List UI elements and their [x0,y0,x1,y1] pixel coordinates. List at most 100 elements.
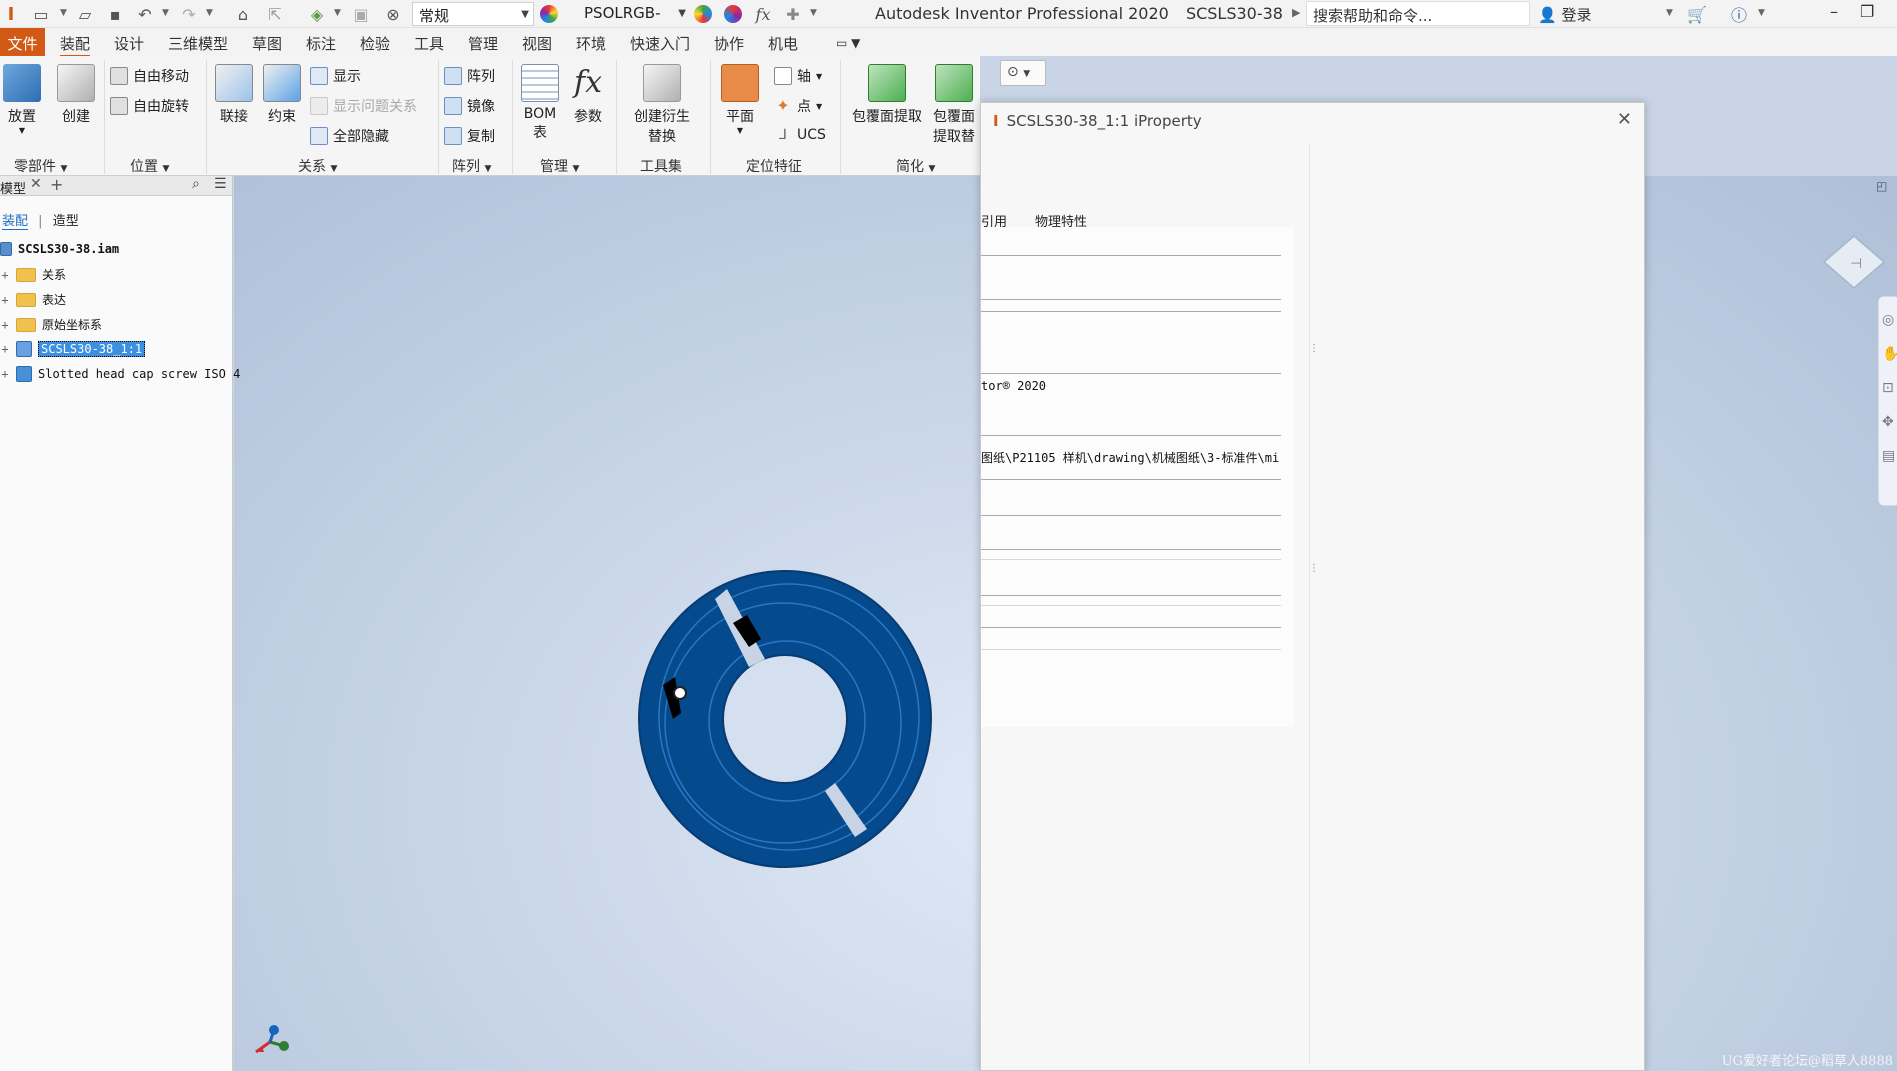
expand-icon[interactable]: + [0,318,10,332]
viewport-maximize-icon[interactable]: ◰ [1876,179,1887,193]
select-icon[interactable]: ⇱ [264,3,286,25]
update-icon[interactable]: ◈ [306,3,328,25]
panel-position[interactable]: 位置 ▼ [130,156,169,176]
bom-button[interactable]: BOM 表 [518,64,562,142]
tab-annotate[interactable]: 标注 [306,32,336,55]
free-move-button[interactable]: 自由移动 [110,66,189,86]
tab-sketch[interactable]: 草图 [252,32,282,55]
point-button[interactable]: ✦ 点 ▼ [774,96,822,116]
screw-head-marker[interactable] [673,686,687,700]
free-rotate-button[interactable]: 自由旋转 [110,96,189,116]
minimize-icon[interactable]: – [1830,2,1838,21]
panel-manage[interactable]: 管理 ▼ [540,156,579,176]
mirror-button[interactable]: 镜像 [444,96,495,116]
help-dropdown-icon[interactable]: ▼ [1758,8,1765,18]
tree-item-relationships[interactable]: + 关系 [0,266,66,283]
tab-electromechanical[interactable]: 机电 [768,32,798,55]
close-icon[interactable]: ✕ [1617,109,1632,130]
constrain-button[interactable]: 约束 [262,64,302,126]
redo-icon[interactable]: ↷ [178,3,200,25]
measure-icon[interactable]: ▣ [350,3,372,25]
expand-icon[interactable]: + [0,268,10,282]
parameters-button[interactable]: fx 参数 [568,64,608,126]
color-wheel-icon[interactable] [538,3,560,25]
pattern-button[interactable]: 阵列 [444,66,495,86]
subtab-assembly[interactable]: 装配 [2,214,29,230]
field-value-path[interactable]: 图纸\P21105 样机\drawing\机械图纸\3-标准件\mi [981,449,1279,466]
restore-icon[interactable]: ❐ [1860,2,1874,21]
close-icon[interactable]: ✕ [30,176,42,192]
appearance-adjust-icon[interactable] [692,3,714,25]
pan-icon[interactable]: ✋ [1882,345,1897,362]
dialog-splitter[interactable] [1309,143,1310,1063]
show-button[interactable]: 显示 [310,66,361,86]
add-browser-icon[interactable]: + [50,175,63,194]
chevron-right-icon[interactable]: ▶ [1292,6,1300,19]
show-problem-button[interactable]: 显示问题关系 [310,96,417,116]
expand-icon[interactable]: + [0,342,10,356]
login-dropdown-icon[interactable]: ▼ [1666,8,1673,18]
splitter-grip-icon[interactable]: ⋮ [1309,563,1319,574]
open-folder-icon[interactable]: ▱ [74,3,96,25]
subtab-modeling[interactable]: 造型 [53,214,79,229]
tree-item-origin[interactable]: + 原始坐标系 [0,316,102,333]
axis-button[interactable]: 轴 ▼ [774,66,822,86]
help-search-input[interactable]: 搜索帮助和命令... [1306,1,1530,26]
appearance-icon[interactable]: ⊗ [382,3,404,25]
joint-button[interactable]: 联接 [212,64,256,126]
tab-tools[interactable]: 工具 [414,32,444,55]
expand-icon[interactable]: + [0,367,10,381]
copy-button[interactable]: 复制 [444,126,495,146]
undo-icon[interactable]: ↶ [134,3,156,25]
tab-view[interactable]: 视图 [522,32,552,55]
tree-item-representations[interactable]: + 表达 [0,291,66,308]
tree-root-assembly[interactable]: SCSLS30-38.iam [0,242,119,256]
view-options-dropdown[interactable]: ⊙ ▼ [1000,60,1046,86]
new-file-icon[interactable]: ▭ [30,3,52,25]
tab-get-started[interactable]: 快速入门 [630,32,690,55]
plane-button[interactable]: 平面 ▼ [716,64,764,135]
ribbon-display-toggle-icon[interactable]: ▭ ▼ [836,35,860,51]
tab-file[interactable]: 文件 [0,28,45,56]
search-icon[interactable]: ⌕ [192,176,200,192]
update-dropdown-icon[interactable]: ▼ [334,8,341,18]
shrinkwrap-substitute-button[interactable]: 包覆面 提取替 [928,64,980,146]
panel-relationships[interactable]: 关系 ▼ [298,156,337,176]
panel-component[interactable]: 零部件 ▼ [14,156,67,176]
tab-manage[interactable]: 管理 [468,32,498,55]
tab-3d-model[interactable]: 三维模型 [168,32,228,55]
login-button[interactable]: 👤 登录 [1538,4,1591,25]
panel-pattern[interactable]: 阵列 ▼ [452,156,491,176]
steering-wheel-icon[interactable]: ◎ [1882,312,1894,328]
tree-item-component-selected[interactable]: + SCSLS30-38_1:1 [0,341,146,357]
cart-icon[interactable]: 🛒 [1686,3,1708,25]
shrinkwrap-button[interactable]: 包覆面提取 [846,64,928,126]
hide-all-button[interactable]: 全部隐藏 [310,126,389,146]
shaft-collar-model[interactable] [638,570,932,868]
menu-icon[interactable]: ☰ [214,176,227,192]
tab-assemble[interactable]: 装配 [60,32,91,58]
fx-parameters-icon[interactable]: fx [752,3,774,25]
panel-simplify[interactable]: 简化 ▼ [896,156,935,176]
tab-inspect[interactable]: 检验 [360,32,390,55]
ucs-button[interactable]: ⅃ UCS [774,126,826,144]
tree-item-screw[interactable]: + Slotted head cap screw ISO 4 [0,366,240,382]
viewcube-icon[interactable]: ⊣ [1822,235,1886,289]
redo-dropdown-icon[interactable]: ▼ [206,8,213,18]
tab-design[interactable]: 设计 [114,32,144,55]
create-button[interactable]: 创建 [54,64,98,126]
clear-appearance-icon[interactable] [722,3,744,25]
save-icon[interactable]: ▪ [104,3,126,25]
material-combo[interactable]: PSOLRGB- ▼ [578,2,690,26]
zoom-icon[interactable]: ⊡ [1882,380,1894,396]
expand-icon[interactable]: + [0,293,10,307]
new-dropdown-icon[interactable]: ▼ [60,8,67,18]
tab-environments[interactable]: 环境 [576,32,606,55]
plus-icon[interactable]: ✚ [782,3,804,25]
orbit-icon[interactable]: ✥ [1882,414,1894,430]
tab-collaborate[interactable]: 协作 [714,32,744,55]
help-icon[interactable]: ⓘ [1728,3,1750,25]
splitter-grip-icon[interactable]: ⋮ [1309,343,1319,354]
inventor-logo-icon[interactable]: I [0,3,22,25]
customize-dropdown-icon[interactable]: ▼ [810,8,817,18]
